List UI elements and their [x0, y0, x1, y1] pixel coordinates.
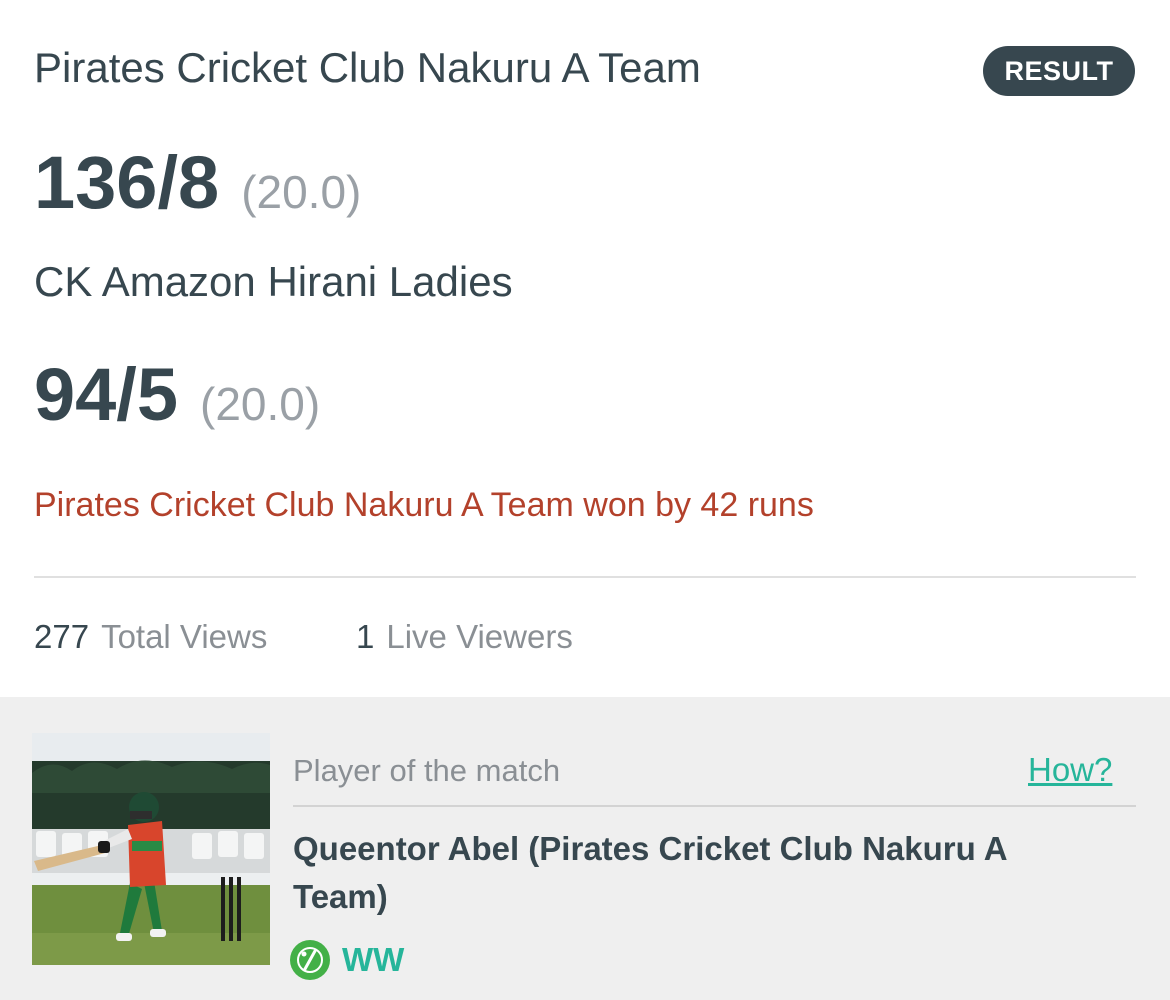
total-views-label: Total Views: [101, 618, 268, 655]
live-viewers-count: 1: [356, 618, 375, 655]
player-of-the-match-panel: Player of the match How? Queentor Abel (…: [0, 697, 1170, 1000]
player-photo[interactable]: [32, 733, 270, 965]
team2-score-line: 94/5 (20.0): [34, 352, 320, 437]
match-summary-card[interactable]: Pirates Cricket Club Nakuru A Team RESUL…: [0, 0, 1170, 697]
live-viewers-label: Live Viewers: [386, 618, 573, 655]
team1-score-line: 136/8 (20.0): [34, 140, 361, 225]
team1-overs: (20.0): [241, 166, 362, 218]
bowler-ball-icon: [290, 940, 330, 980]
team1-name: Pirates Cricket Club Nakuru A Team: [34, 44, 701, 91]
player-of-the-match-label: Player of the match: [293, 753, 561, 788]
how-link[interactable]: How?: [1028, 751, 1112, 789]
team2-score: 94/5: [34, 353, 179, 436]
live-viewers: 1 Live Viewers: [356, 618, 573, 656]
potm-divider: [293, 805, 1136, 807]
team2-overs: (20.0): [200, 378, 321, 430]
player-name[interactable]: Queentor Abel (Pirates Cricket Club Naku…: [293, 825, 1053, 921]
team1-score: 136/8: [34, 141, 220, 224]
match-result-text: Pirates Cricket Club Nakuru A Team won b…: [34, 486, 814, 524]
result-status-badge: RESULT: [983, 46, 1135, 96]
divider: [34, 576, 1136, 578]
team2-name: CK Amazon Hirani Ladies: [34, 258, 513, 305]
player-role: WW: [290, 937, 404, 983]
total-views-count: 277: [34, 618, 90, 655]
total-views: 277 Total Views: [34, 618, 267, 656]
player-role-text: WW: [342, 941, 405, 978]
